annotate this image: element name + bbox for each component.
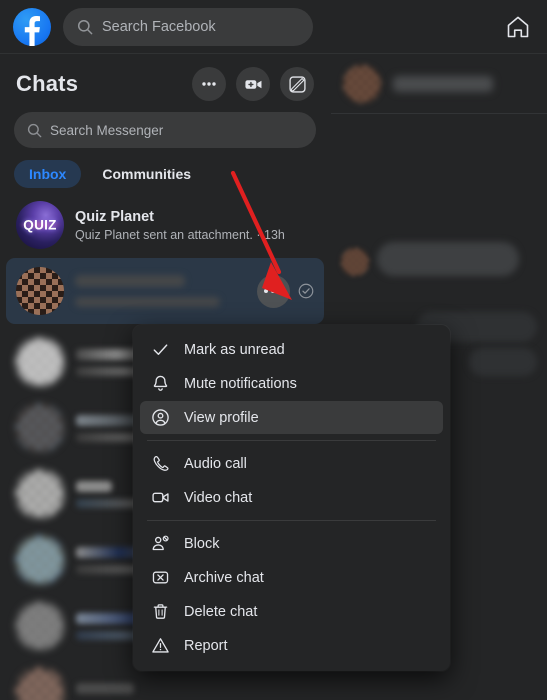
chat-name-redacted xyxy=(75,275,185,287)
more-options-button[interactable] xyxy=(192,67,226,101)
search-icon xyxy=(27,123,42,137)
video-camera-icon xyxy=(149,488,171,507)
menu-item-label: Delete chat xyxy=(184,603,258,620)
menu-item-mute-notifications[interactable]: Mute notifications xyxy=(140,367,443,400)
menu-item-archive-chat[interactable]: Archive chat xyxy=(140,561,443,594)
phone-icon xyxy=(149,454,171,473)
ellipsis-icon xyxy=(202,82,216,86)
chat-preview: Quiz Planet sent an attachment. · 13h xyxy=(75,227,285,242)
conversation-avatar-redacted xyxy=(343,64,381,103)
messenger-search-placeholder: Search Messenger xyxy=(50,122,164,138)
menu-item-view-profile[interactable]: View profile xyxy=(140,401,443,434)
menu-item-label: Video chat xyxy=(184,489,253,506)
message-row-redacted xyxy=(331,242,547,276)
conversation-header xyxy=(331,54,547,114)
menu-item-block[interactable]: Block xyxy=(140,527,443,560)
menu-item-label: Archive chat xyxy=(184,569,264,586)
new-video-room-button[interactable] xyxy=(236,67,270,101)
message-bubble-outgoing-redacted xyxy=(469,348,537,376)
tab-inbox[interactable]: Inbox xyxy=(14,160,82,188)
menu-item-delete-chat[interactable]: Delete chat xyxy=(140,595,443,628)
inbox-tabs: Inbox Communities xyxy=(0,148,330,194)
seen-check-icon xyxy=(298,283,314,299)
chat-name: Quiz Planet xyxy=(75,208,154,225)
messenger-window: Search Facebook Chats Search Messenger I… xyxy=(0,0,547,700)
menu-separator xyxy=(147,520,436,521)
new-message-button[interactable] xyxy=(280,67,314,101)
menu-item-video-chat[interactable]: Video chat xyxy=(140,481,443,514)
person-circle-icon xyxy=(149,408,171,427)
video-plus-icon xyxy=(244,79,261,89)
facebook-search-placeholder: Search Facebook xyxy=(102,18,216,35)
menu-item-report[interactable]: Report xyxy=(140,629,443,662)
tab-communities[interactable]: Communities xyxy=(87,160,206,188)
archive-x-icon xyxy=(149,568,171,587)
block-person-icon xyxy=(149,534,171,553)
chat-preview-redacted xyxy=(75,297,220,307)
menu-item-audio-call[interactable]: Audio call xyxy=(140,447,443,480)
compose-icon xyxy=(288,75,306,93)
chats-header: Chats xyxy=(0,60,330,108)
menu-item-mark-as-unread[interactable]: Mark as unread xyxy=(140,333,443,366)
avatar xyxy=(16,267,64,315)
facebook-logo-icon[interactable] xyxy=(13,7,51,46)
chat-row-more-options-button[interactable] xyxy=(257,274,290,308)
facebook-topbar: Search Facebook xyxy=(0,0,547,54)
page-title: Chats xyxy=(16,71,79,96)
chat-context-menu: Mark as unread Mute notifications View p… xyxy=(133,325,450,671)
message-bubble-redacted xyxy=(377,242,519,276)
menu-item-label: Audio call xyxy=(184,455,247,472)
trash-icon xyxy=(149,602,171,621)
message-avatar-redacted xyxy=(341,248,369,276)
list-item-selected[interactable] xyxy=(6,258,324,324)
list-item[interactable]: Quiz Planet Quiz Planet sent an attachme… xyxy=(6,194,324,256)
menu-item-label: Report xyxy=(184,637,228,654)
menu-item-label: Mute notifications xyxy=(184,375,297,392)
check-icon xyxy=(149,340,171,359)
menu-item-label: Mark as unread xyxy=(184,341,285,358)
conversation-title-redacted xyxy=(393,75,493,92)
avatar xyxy=(16,201,64,249)
messenger-search-input[interactable]: Search Messenger xyxy=(14,112,316,148)
menu-item-label: View profile xyxy=(184,409,259,426)
bell-icon xyxy=(149,374,171,393)
menu-separator xyxy=(147,440,436,441)
home-icon[interactable] xyxy=(503,12,533,42)
menu-item-label: Block xyxy=(184,535,220,552)
warning-triangle-icon xyxy=(149,636,171,655)
facebook-search-input[interactable]: Search Facebook xyxy=(63,7,313,46)
search-icon xyxy=(77,19,93,34)
